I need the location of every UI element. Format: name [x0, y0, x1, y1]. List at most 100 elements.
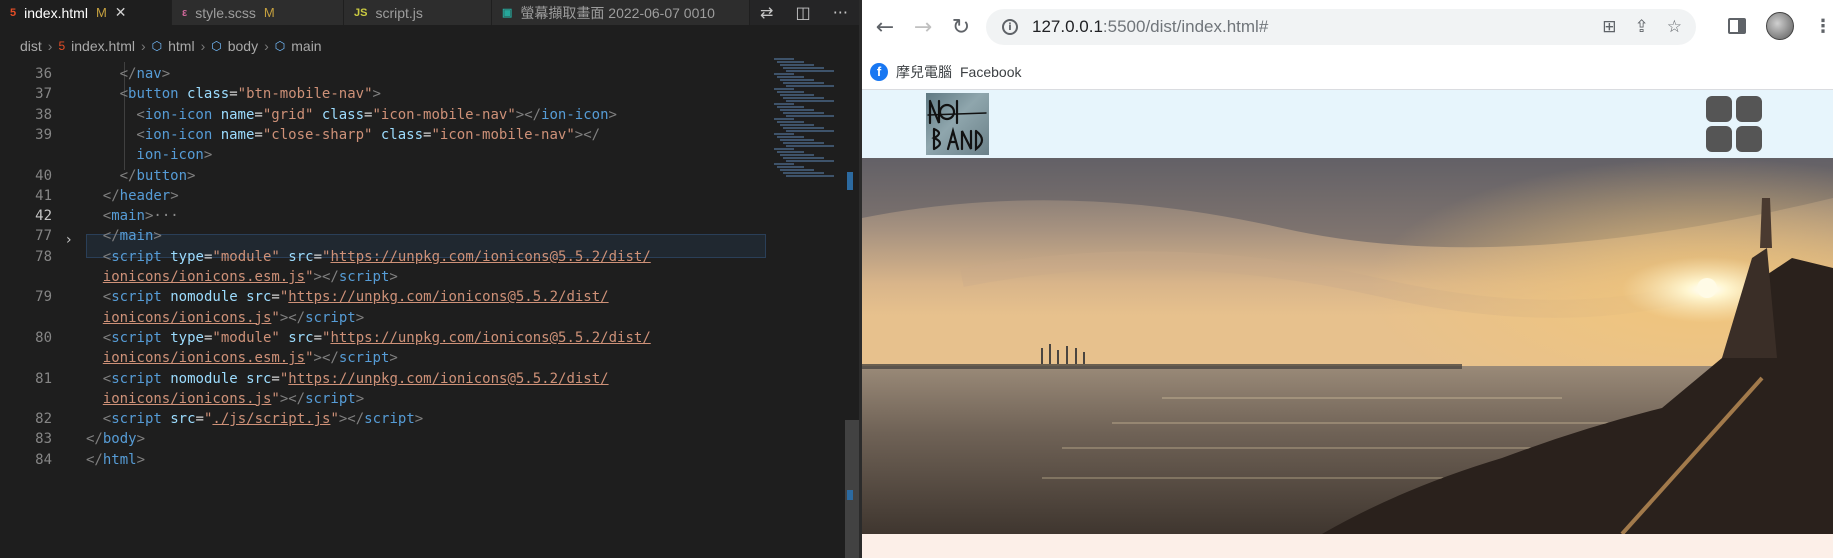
tab-screenshot-image[interactable]: ▣ 螢幕擷取畫面 2022-06-07 0010	[492, 0, 750, 25]
source-control-compare-icon[interactable]: ⇄	[760, 3, 773, 22]
minimap-line	[774, 163, 794, 165]
code-line[interactable]: <script src="./js/script.js"></script>	[103, 407, 423, 431]
element-icon: ⬡	[151, 39, 163, 53]
breadcrumb-item[interactable]: html	[168, 38, 194, 54]
bookmark-star-icon[interactable]: ☆	[1667, 17, 1682, 37]
code-line[interactable]: </html>	[86, 448, 145, 472]
band-logo[interactable]	[926, 93, 989, 155]
fold-chevron-icon[interactable]: ›	[66, 232, 72, 248]
hero-image-sunset-harbor	[862, 158, 1833, 534]
minimap-line	[780, 64, 814, 66]
back-arrow-icon[interactable]: ←	[870, 15, 900, 40]
breadcrumb: dist › 5 index.html › ⬡ html › ⬡ body › …	[0, 35, 859, 57]
kebab-menu-icon[interactable]: ⋮	[1814, 16, 1832, 37]
grid-cell	[1706, 126, 1732, 152]
minimap-line	[786, 115, 834, 117]
html-file-icon: 5	[10, 6, 17, 19]
tab-label: index.html	[24, 4, 88, 21]
minimap-line	[783, 172, 824, 174]
browser-window: ← → ↻ i 127.0.0.1:5500/dist/index.html# …	[862, 0, 1833, 558]
url-text[interactable]: 127.0.0.1:5500/dist/index.html#	[1032, 17, 1268, 37]
breadcrumb-item[interactable]: index.html	[71, 38, 135, 54]
side-panel-icon[interactable]	[1728, 18, 1746, 34]
line-number: 39	[35, 126, 52, 143]
minimap-line	[783, 82, 824, 84]
line-number: 80	[35, 329, 52, 346]
minimap-line	[777, 76, 804, 78]
facebook-icon: f	[870, 62, 888, 81]
minimap-line	[777, 121, 804, 123]
minimap-line	[783, 127, 824, 129]
minimap-line	[780, 94, 814, 96]
grid-menu-icon[interactable]	[1706, 96, 1762, 152]
tab-script-js[interactable]: JS script.js	[344, 0, 492, 25]
breadcrumb-item[interactable]: main	[291, 38, 321, 54]
modified-badge: M	[263, 5, 275, 20]
minimap-line	[786, 160, 834, 162]
scss-file-icon: ε	[182, 6, 188, 19]
minimap-line	[786, 175, 834, 177]
tab-style-scss[interactable]: ε style.scss M	[172, 0, 344, 25]
address-bar[interactable]: i 127.0.0.1:5500/dist/index.html# ⊞ ⇪ ☆	[986, 9, 1696, 45]
page-section-below-hero	[862, 534, 1833, 558]
address-bar-actions: ⊞ ⇪ ☆	[1602, 9, 1682, 45]
chevron-right-icon: ›	[200, 38, 206, 54]
minimap-line	[774, 148, 794, 150]
minimap-line	[777, 61, 804, 63]
translate-icon[interactable]: ⊞	[1602, 17, 1616, 37]
minimap-line	[786, 145, 834, 147]
minimap-line	[783, 67, 824, 69]
forward-arrow-icon[interactable]: →	[908, 15, 938, 40]
line-number: 84	[35, 451, 52, 468]
minimap-line	[777, 106, 804, 108]
reload-icon[interactable]: ↻	[946, 15, 976, 40]
editor-actions: ⇄ ◫ ···	[749, 0, 859, 25]
element-icon: ⬡	[274, 39, 286, 53]
bookmarks-bar: f 摩兒電腦 Facebook	[862, 54, 1833, 90]
js-file-icon: JS	[354, 6, 368, 19]
minimap-line	[783, 142, 824, 144]
split-editor-icon[interactable]: ◫	[796, 3, 811, 22]
editor-tab-bar: 5 index.html M ✕ ε style.scss M JS scrip…	[0, 0, 859, 25]
minimap-line	[777, 91, 804, 93]
minimap-line	[780, 109, 814, 111]
site-info-icon[interactable]: i	[1002, 19, 1018, 35]
share-icon[interactable]: ⇪	[1635, 17, 1649, 37]
minimap-line	[786, 85, 834, 87]
minimap[interactable]	[770, 58, 840, 188]
grid-cell	[1706, 96, 1732, 122]
minimap-line	[780, 169, 814, 171]
html-file-icon: 5	[58, 39, 66, 53]
line-number: 78	[35, 248, 52, 265]
breadcrumb-item[interactable]: dist	[20, 38, 42, 54]
minimap-line	[783, 97, 824, 99]
grid-cell	[1736, 126, 1762, 152]
minimap-line	[777, 151, 804, 153]
minimap-line	[783, 157, 824, 159]
band-logo-graphic	[927, 99, 987, 152]
element-icon: ⬡	[211, 39, 222, 53]
tab-label: script.js	[375, 4, 423, 21]
browser-extra-actions: ⋮	[1728, 12, 1832, 40]
bookmark-item-facebook[interactable]: Facebook	[960, 64, 1021, 80]
more-actions-icon[interactable]: ···	[833, 3, 848, 22]
tab-index-html[interactable]: 5 index.html M ✕	[0, 0, 172, 25]
minimap-line	[774, 73, 794, 75]
chevron-right-icon: ›	[140, 38, 146, 54]
bookmark-item[interactable]: 摩兒電腦	[896, 62, 952, 82]
minimap-line	[774, 58, 794, 60]
minimap-line	[777, 166, 804, 168]
close-icon[interactable]: ✕	[115, 4, 127, 21]
tab-label: 螢幕擷取畫面 2022-06-07 0010	[520, 4, 715, 21]
minimap-line	[774, 133, 794, 135]
scrollbar-marker	[847, 490, 853, 500]
breadcrumb-item[interactable]: body	[228, 38, 258, 54]
minimap-line	[774, 88, 794, 90]
scrollbar-thumb[interactable]	[845, 420, 859, 558]
minimap-line	[774, 118, 794, 120]
profile-avatar[interactable]	[1766, 12, 1794, 40]
minimap-line	[777, 136, 804, 138]
site-header	[862, 90, 1833, 158]
tab-label: style.scss	[195, 4, 256, 21]
minimap-line	[786, 70, 834, 72]
